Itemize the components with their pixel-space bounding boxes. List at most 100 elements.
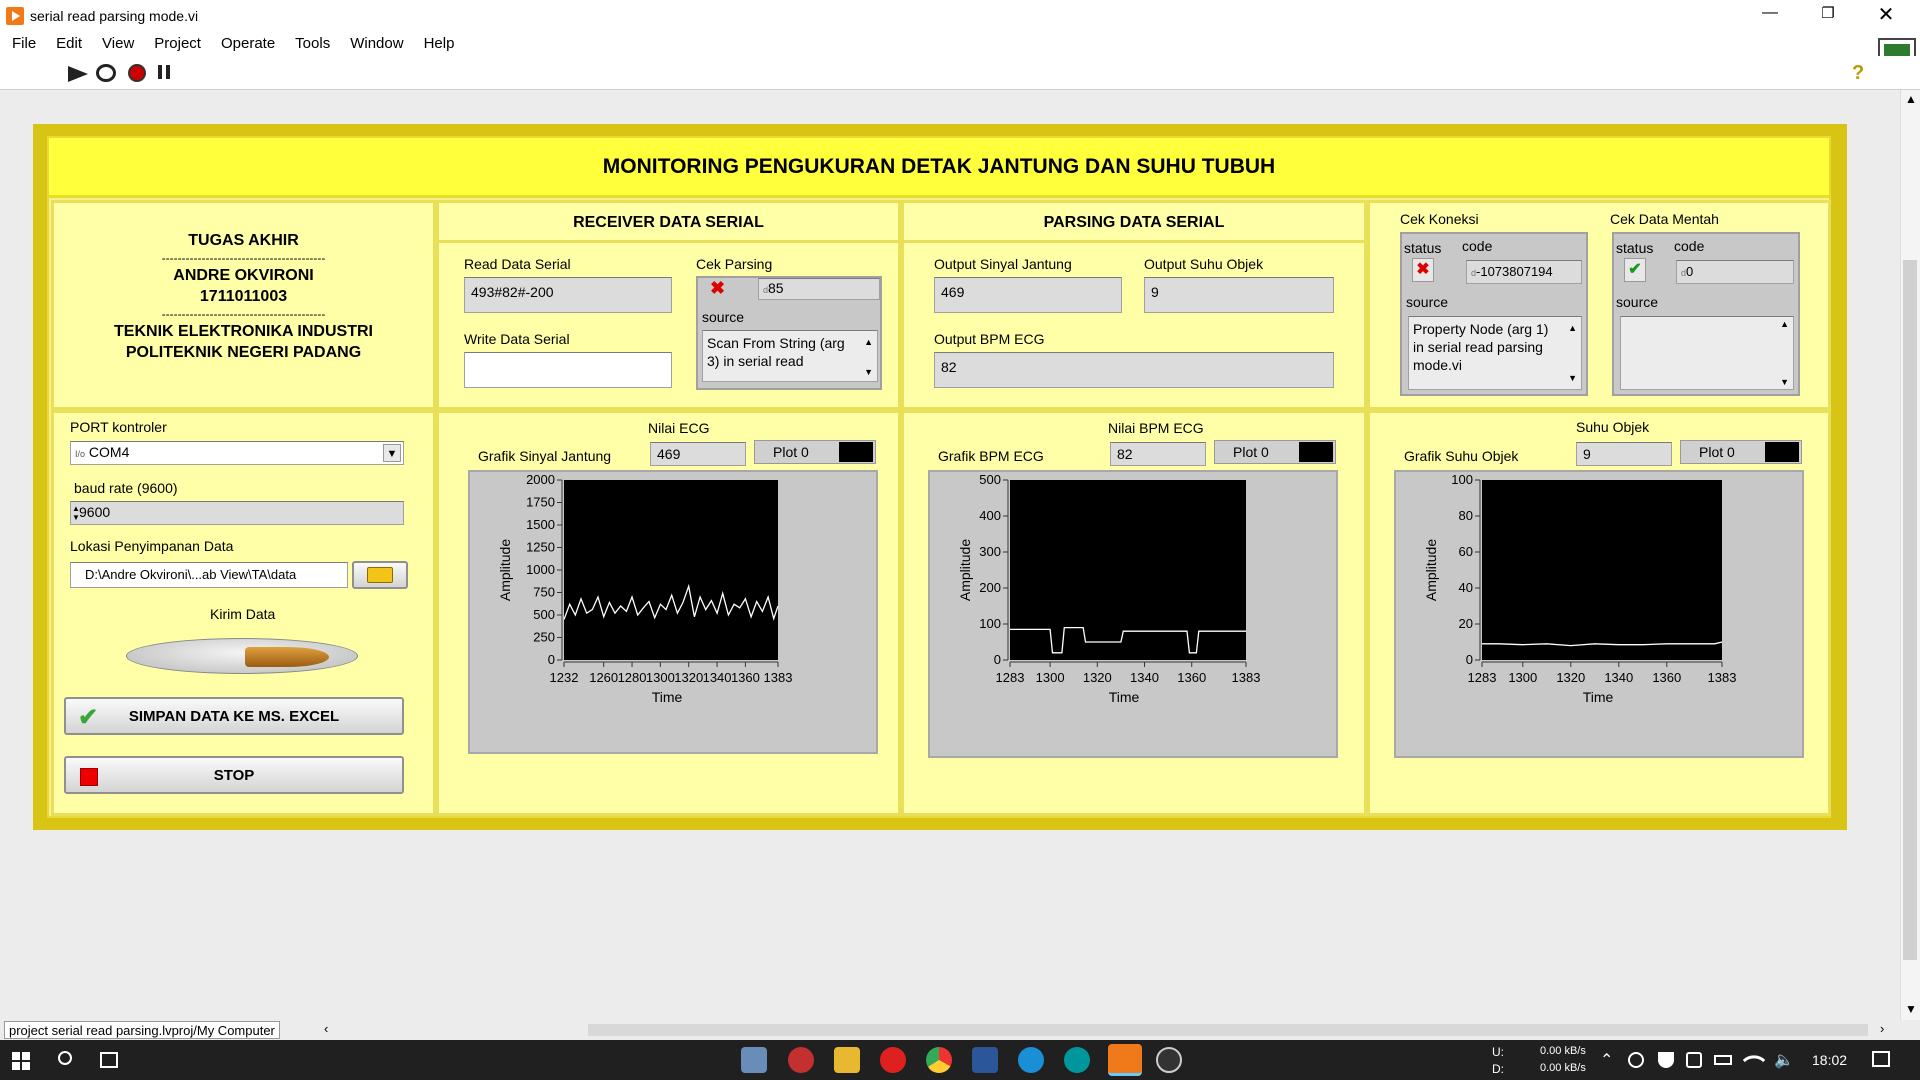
port-label: PORT kontroler (70, 419, 167, 435)
menu-project[interactable]: Project (144, 32, 211, 56)
ecg-legend[interactable]: Plot 0 (754, 440, 876, 464)
source-label: source (702, 309, 745, 325)
restore-button[interactable]: ❐ (1810, 4, 1846, 28)
ecg-legend-label: Plot 0 (773, 444, 809, 460)
baud-value: 9600 (79, 504, 111, 520)
y-tick-label: 500 (979, 472, 1001, 487)
y-axis-label: Amplitude (957, 539, 973, 601)
word-icon[interactable] (972, 1047, 998, 1073)
scroll-right-icon[interactable]: › (1880, 1021, 1884, 1036)
menu-view[interactable]: View (92, 32, 144, 56)
plot-line-icon (839, 442, 873, 462)
file-explorer-icon[interactable] (834, 1047, 860, 1073)
io-prefix: I/o (75, 449, 86, 459)
plot-line-icon (1765, 442, 1799, 462)
x-tick-label: 1232 (550, 670, 579, 685)
battery-icon[interactable] (1714, 1055, 1732, 1065)
ecg-value-label: Nilai ECG (648, 420, 710, 436)
scroll-up-icon[interactable]: ▲ (1780, 319, 1789, 329)
scroll-thumb[interactable] (1903, 260, 1917, 960)
source-textbox: Scan From String (arg 3) in serial read … (702, 330, 878, 382)
wifi-icon[interactable] (1742, 1048, 1766, 1072)
context-help-icon[interactable]: ? (1852, 62, 1864, 85)
koneksi-source-textbox: Property Node (arg 1) in serial read par… (1408, 316, 1582, 390)
run-continuously-icon[interactable] (96, 64, 116, 82)
arduino-icon[interactable] (1064, 1047, 1090, 1073)
menu-file[interactable]: File (2, 32, 46, 56)
y-axis-label: Amplitude (1423, 539, 1439, 601)
tray-vpn-icon[interactable] (1686, 1052, 1702, 1068)
bpm-label: Output BPM ECG (934, 331, 1045, 347)
chevron-up-icon[interactable]: ⌃ (1600, 1050, 1613, 1070)
menu-bar: File Edit View Project Operate Tools Window Hel… (0, 32, 1920, 56)
y-tick-label: 250 (533, 630, 555, 645)
bpm-chart: 0 100 200 300 400 500 1283 1300 1320 1340 1360 1383… (957, 472, 1260, 705)
mentah-code-label: code (1674, 238, 1705, 254)
browse-folder-button[interactable] (352, 561, 408, 589)
chevron-down-icon[interactable]: ▼ (383, 444, 401, 462)
scroll-up-icon[interactable]: ▲ (1568, 319, 1577, 337)
clock-time[interactable]: 18:02 (1812, 1052, 1847, 1068)
write-data-field[interactable] (464, 352, 672, 388)
info-text: TUGAS AKHIR ----------------------------… (51, 230, 436, 363)
save-excel-button[interactable]: ✔ SIMPAN DATA KE MS. EXCEL (64, 697, 404, 735)
department: TEKNIK ELEKTRONIKA INDUSTRI (114, 323, 373, 340)
stop-label: STOP (213, 766, 255, 784)
scroll-down-icon[interactable]: ▼ (864, 363, 873, 381)
ecg-chart: 0 250 500 750 1000 1250 1500 1750 2000 1232 1260 12… (497, 472, 792, 705)
horizontal-scrollbar[interactable] (588, 1024, 1868, 1036)
search-icon[interactable] (58, 1051, 72, 1065)
windows-start-icon[interactable] (12, 1052, 30, 1070)
baud-input[interactable]: ▲ ▼ 9600 (70, 501, 404, 525)
port-select[interactable]: I/o COM4 ▼ (70, 441, 404, 465)
plot-area (1010, 480, 1246, 660)
parsing-divider (904, 240, 1364, 243)
scroll-down-icon[interactable]: ▼ (1780, 377, 1789, 387)
scroll-up-icon[interactable]: ▲ (1905, 92, 1917, 106)
stop-button[interactable]: STOP (64, 756, 404, 794)
stepper-icon[interactable]: ▲ ▼ (72, 504, 80, 522)
y-tick-label: 100 (1451, 472, 1473, 487)
scroll-down-icon[interactable]: ▼ (1568, 369, 1577, 387)
menu-window[interactable]: Window (340, 32, 413, 56)
toggle-lever[interactable] (245, 647, 329, 667)
menu-help[interactable]: Help (414, 32, 465, 56)
net-up-speed: 0.00 kB/s (1540, 1045, 1586, 1057)
scroll-down-icon[interactable]: ▼ (1905, 1002, 1917, 1016)
app-icon[interactable] (1156, 1047, 1182, 1073)
minimize-button[interactable]: — (1752, 4, 1788, 28)
suhu-legend[interactable]: Plot 0 (1680, 440, 1802, 464)
security-shield-icon[interactable] (1658, 1052, 1674, 1068)
labview-taskbar-icon[interactable] (1108, 1044, 1142, 1076)
path-input[interactable]: D:\Andre Okvironi\...ab View\TA\data (70, 562, 348, 588)
photos-icon[interactable] (741, 1047, 767, 1073)
youtube-icon[interactable] (880, 1047, 906, 1073)
volume-icon[interactable]: 🔈 (1774, 1050, 1794, 1070)
scroll-left-icon[interactable]: ‹ (324, 1021, 328, 1036)
chrome-icon[interactable] (926, 1047, 952, 1073)
menu-edit[interactable]: Edit (46, 32, 92, 56)
close-button[interactable]: ✕ (1868, 2, 1904, 28)
cek-parsing-label: Cek Parsing (696, 256, 773, 272)
y-tick-label: 500 (533, 607, 555, 622)
settings-app-icon[interactable] (788, 1047, 814, 1073)
kirim-toggle[interactable] (126, 638, 358, 674)
kirim-label: Kirim Data (210, 606, 276, 622)
y-tick-label: 300 (979, 544, 1001, 559)
menu-tools[interactable]: Tools (285, 32, 340, 56)
menu-operate[interactable]: Operate (211, 32, 285, 56)
mentah-title: Cek Data Mentah (1610, 211, 1719, 227)
run-arrow-icon[interactable] (68, 66, 88, 82)
edge-icon[interactable] (1018, 1047, 1044, 1073)
pause-icon[interactable] (158, 65, 170, 79)
notification-icon[interactable] (1872, 1051, 1890, 1067)
task-view-icon[interactable] (100, 1052, 118, 1068)
plot-area (564, 480, 778, 660)
tray-app-icon[interactable] (1628, 1052, 1644, 1068)
scroll-up-icon[interactable]: ▲ (864, 333, 873, 351)
abort-icon[interactable] (128, 64, 146, 82)
vertical-scrollbar[interactable]: ▲ ▼ (1900, 90, 1920, 1020)
bpm-legend[interactable]: Plot 0 (1214, 440, 1336, 464)
x-tick-label: 1300 (646, 670, 675, 685)
koneksi-source-label: source (1406, 294, 1449, 310)
